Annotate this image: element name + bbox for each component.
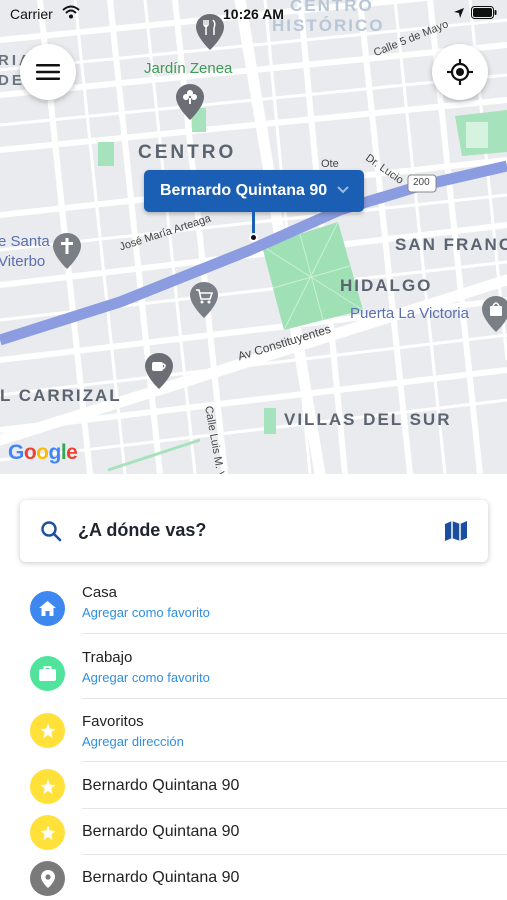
selected-location-label: Bernardo Quintana 90	[160, 182, 328, 199]
route-shield-label: 200	[413, 177, 430, 188]
crosshair-icon	[447, 59, 473, 85]
list-item-casa[interactable]: Casa Agregar como favorito	[0, 572, 507, 634]
home-icon-badge	[30, 591, 65, 626]
map-icon[interactable]	[444, 520, 468, 542]
location-pin-icon	[40, 869, 55, 888]
list-item-trabajo[interactable]: Trabajo Agregar como favorito	[0, 637, 507, 699]
hamburger-menu-icon	[36, 64, 60, 80]
list-item-title: Bernardo Quintana 90	[82, 823, 240, 840]
add-favorite-link[interactable]: Agregar como favorito	[82, 670, 210, 685]
search-icon	[41, 521, 62, 542]
star-icon-badge	[30, 713, 65, 748]
shopping-bag-icon[interactable]	[482, 296, 507, 332]
list-item-recent[interactable]: Bernardo Quintana 90	[0, 855, 507, 900]
briefcase-icon-badge	[30, 656, 65, 691]
map-label: SAN FRANC	[395, 235, 507, 254]
map-label: VILLAS DEL SUR	[284, 410, 452, 429]
star-icon-badge	[30, 815, 65, 850]
chevron-down-icon	[337, 186, 349, 194]
list-item-title: Bernardo Quintana 90	[82, 869, 240, 886]
search-input[interactable]: ¿A dónde vas?	[78, 520, 206, 541]
list-item-title: Casa	[82, 584, 118, 601]
google-logo: Google	[8, 441, 78, 464]
my-location-button[interactable]	[432, 44, 488, 100]
location-pin-icon-badge	[30, 861, 65, 896]
list-item-title: Trabajo	[82, 649, 133, 666]
star-icon	[40, 723, 55, 738]
list-item-title: Favoritos	[82, 713, 144, 730]
map-label: HIDALGO	[340, 276, 433, 295]
location-arrow-icon	[454, 7, 464, 18]
status-time: 10:26 AM	[223, 6, 284, 22]
list-item-favoritos[interactable]: Favoritos Agregar dirección	[0, 701, 507, 763]
map-label: Ote	[321, 158, 339, 170]
divider	[82, 698, 507, 699]
church-icon[interactable]	[53, 233, 81, 269]
map-label: Viterbo	[0, 253, 46, 270]
briefcase-icon	[39, 666, 56, 681]
map-label: CENTRO	[138, 142, 237, 163]
menu-button[interactable]	[20, 44, 76, 100]
divider	[82, 761, 507, 762]
add-favorite-link[interactable]: Agregar como favorito	[82, 605, 210, 620]
map-label: L CARRIZAL	[0, 386, 122, 405]
list-item-title: Bernardo Quintana 90	[82, 777, 240, 794]
map-view[interactable]: CENTRO HISTÓRICO RIA DE Jardín Zenea Cal…	[0, 0, 507, 474]
destination-search-bar[interactable]: ¿A dónde vas?	[20, 500, 488, 562]
map-label: e Santa	[0, 233, 50, 250]
star-icon	[40, 779, 55, 794]
list-item-recent[interactable]: Bernardo Quintana 90	[0, 763, 507, 809]
park-poi-icon[interactable]	[176, 84, 204, 120]
battery-icon	[471, 6, 497, 19]
status-bar: Carrier 10:26 AM	[0, 0, 507, 26]
divider	[82, 633, 507, 634]
map-label: Jardín Zenea	[144, 60, 233, 77]
shopping-cart-icon[interactable]	[190, 282, 218, 318]
home-icon	[39, 601, 56, 616]
add-address-link[interactable]: Agregar dirección	[82, 734, 184, 749]
coffee-icon[interactable]	[145, 353, 173, 389]
star-icon	[40, 825, 55, 840]
list-item-recent[interactable]: Bernardo Quintana 90	[0, 809, 507, 855]
selected-location-callout[interactable]: Bernardo Quintana 90	[144, 170, 364, 212]
pin-location-dot	[249, 233, 258, 242]
star-icon-badge	[30, 769, 65, 804]
map-label: Puerta La Victoria	[350, 305, 469, 322]
